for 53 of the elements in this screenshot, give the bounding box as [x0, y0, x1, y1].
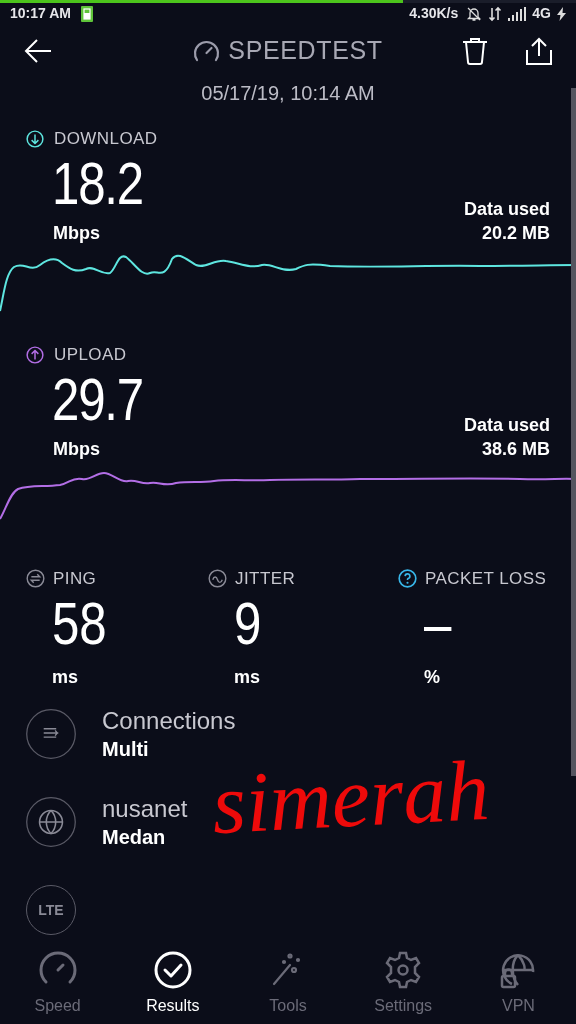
- stat-unit: ms: [234, 665, 260, 689]
- stat-unit: %: [424, 665, 440, 689]
- arrows-icon: [26, 709, 76, 759]
- detail-value: Medan: [102, 825, 167, 850]
- stat-value: 58: [52, 591, 107, 656]
- app-title: SPEEDTEST: [228, 35, 383, 67]
- help-icon: [398, 569, 417, 589]
- handwritten-annotation: simerah: [209, 744, 492, 850]
- scrollbar[interactable]: [571, 88, 576, 776]
- speedometer-icon: [193, 40, 221, 62]
- wave-icon: [208, 569, 227, 589]
- battery-icon: [80, 5, 93, 22]
- charging-icon: [557, 6, 566, 21]
- signal-icon: [508, 6, 527, 21]
- nav-tab[interactable]: VPN: [460, 950, 576, 1018]
- upload-icon: [26, 345, 44, 364]
- stat-label: JITTER: [235, 568, 296, 590]
- data-transfer-icon: [488, 5, 503, 22]
- test-date: 05/17/19, 10:14 AM: [201, 82, 375, 104]
- nav-tab[interactable]: Settings: [345, 950, 461, 1018]
- stat-value: 9: [234, 591, 262, 656]
- detail-title: Connections: [102, 706, 236, 736]
- result-label: UPLOAD: [54, 344, 127, 366]
- data-used-label: Data used: [463, 413, 550, 437]
- stat-label: PING: [53, 568, 97, 590]
- data-used-label: Data used: [463, 197, 550, 221]
- result-unit: Mbps: [53, 221, 101, 245]
- detail-value: Multi: [102, 737, 150, 762]
- network-speed: 4.30K/s: [409, 4, 459, 23]
- globe-icon: [26, 797, 76, 847]
- back-arrow-icon[interactable]: [24, 39, 52, 63]
- result-label: DOWNLOAD: [54, 128, 158, 150]
- data-used-value: 20.2 MB: [481, 221, 550, 245]
- result-value: 18.2: [52, 151, 143, 216]
- download-icon: [26, 129, 44, 148]
- data-used-value: 38.6 MB: [481, 437, 550, 461]
- lte-badge: LTE: [26, 885, 76, 935]
- nav-tab[interactable]: Speed: [0, 950, 116, 1018]
- network-type: 4G: [532, 4, 551, 23]
- muted-bell-icon: [466, 5, 483, 22]
- nav-tab[interactable]: Results: [115, 950, 231, 1018]
- check-circle-icon: [152, 950, 193, 990]
- result-value: 29.7: [52, 367, 143, 432]
- trash-icon[interactable]: [462, 37, 488, 65]
- result-unit: Mbps: [53, 437, 101, 461]
- stat-label: PACKET LOSS: [425, 568, 547, 590]
- share-icon[interactable]: [526, 37, 552, 65]
- ping-icon: [26, 569, 45, 589]
- detail-title: nusanet: [102, 794, 188, 824]
- stat-unit: ms: [52, 665, 78, 689]
- status-time: 10:17 AM: [10, 4, 71, 23]
- stat-value: –: [424, 591, 452, 656]
- nav-tab[interactable]: Tools: [230, 950, 346, 1018]
